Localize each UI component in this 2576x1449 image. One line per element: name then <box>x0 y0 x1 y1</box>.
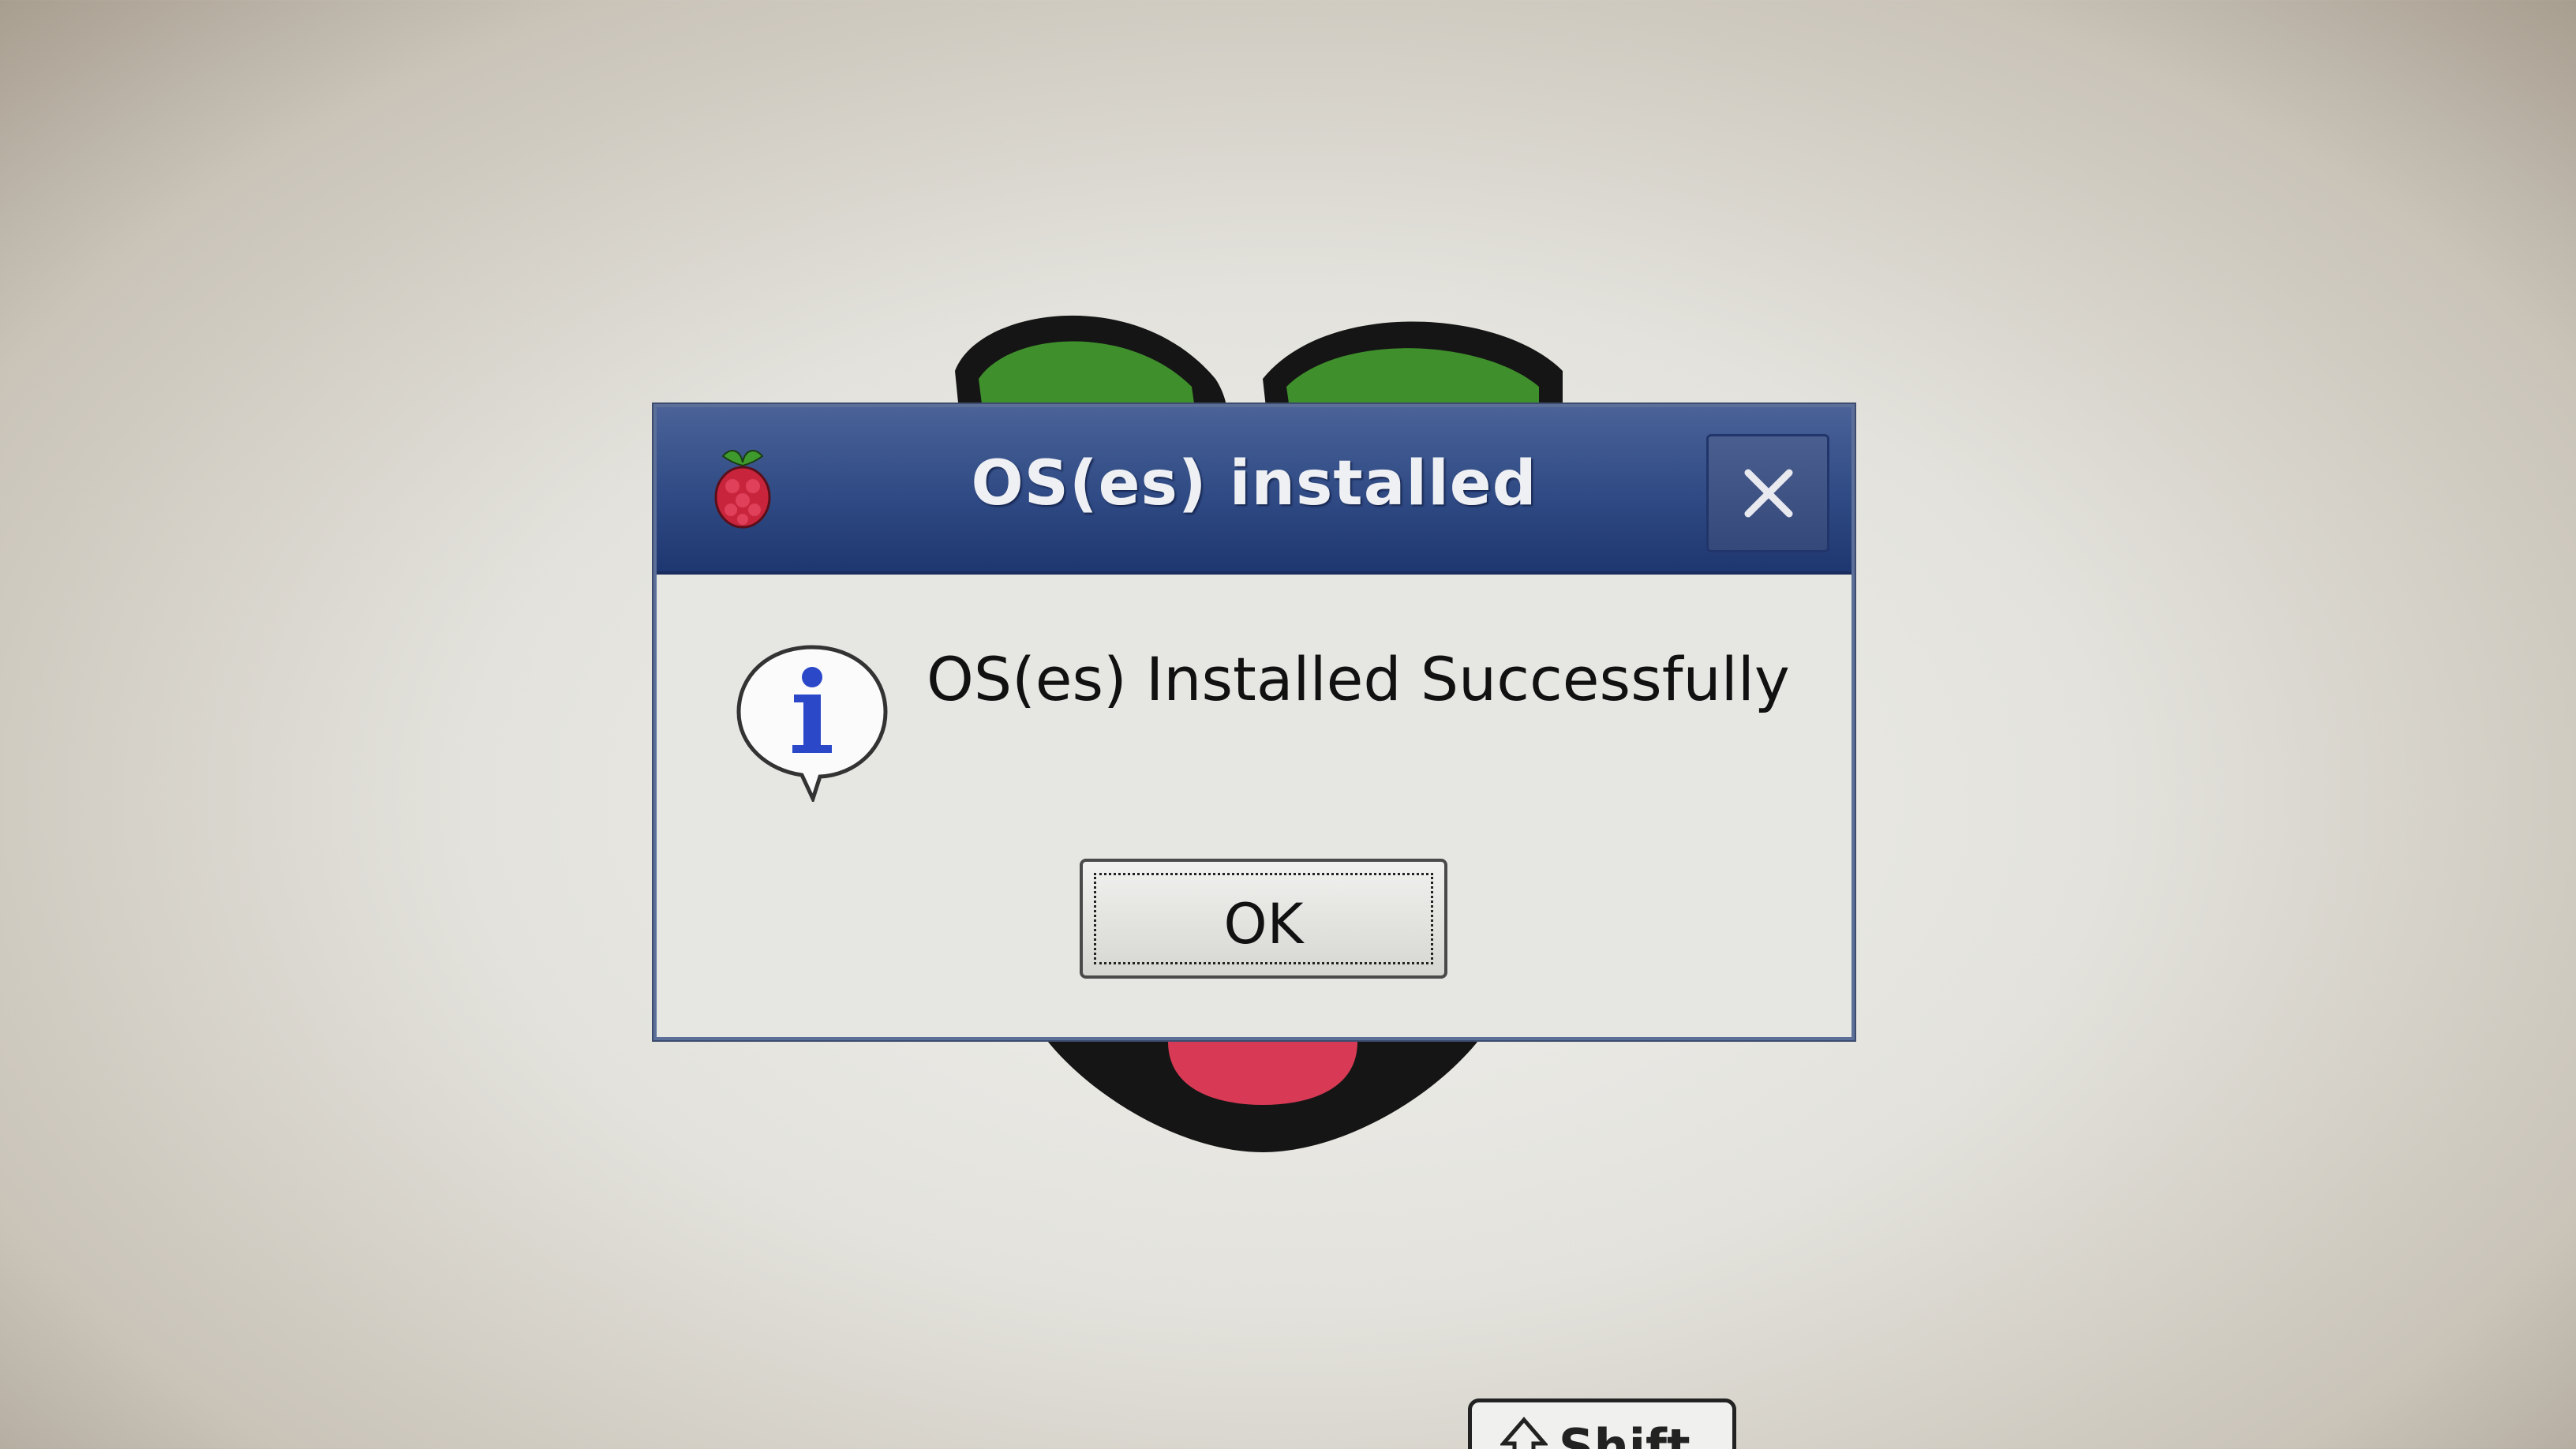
info-icon <box>736 645 888 802</box>
installed-dialog: OS(es) installed OS(es) Installed Succes… <box>653 404 1855 1040</box>
shift-key-hint: Shift <box>1468 1398 1736 1449</box>
desktop-background: OS(es) installed OS(es) Installed Succes… <box>0 0 2576 1449</box>
ok-button-label: OK <box>1223 892 1304 957</box>
dialog-title: OS(es) installed <box>971 448 1537 519</box>
ok-button[interactable]: OK <box>1080 859 1447 979</box>
dialog-content: OS(es) Installed Successfully OK <box>657 575 1852 1040</box>
close-icon <box>1744 469 1793 518</box>
shift-key-label: Shift <box>1559 1418 1690 1449</box>
dialog-titlebar[interactable]: OS(es) installed <box>657 407 1852 575</box>
shift-arrow-icon <box>1500 1417 1548 1449</box>
close-button[interactable] <box>1706 434 1829 552</box>
dialog-message: OS(es) Installed Successfully <box>927 644 1790 714</box>
